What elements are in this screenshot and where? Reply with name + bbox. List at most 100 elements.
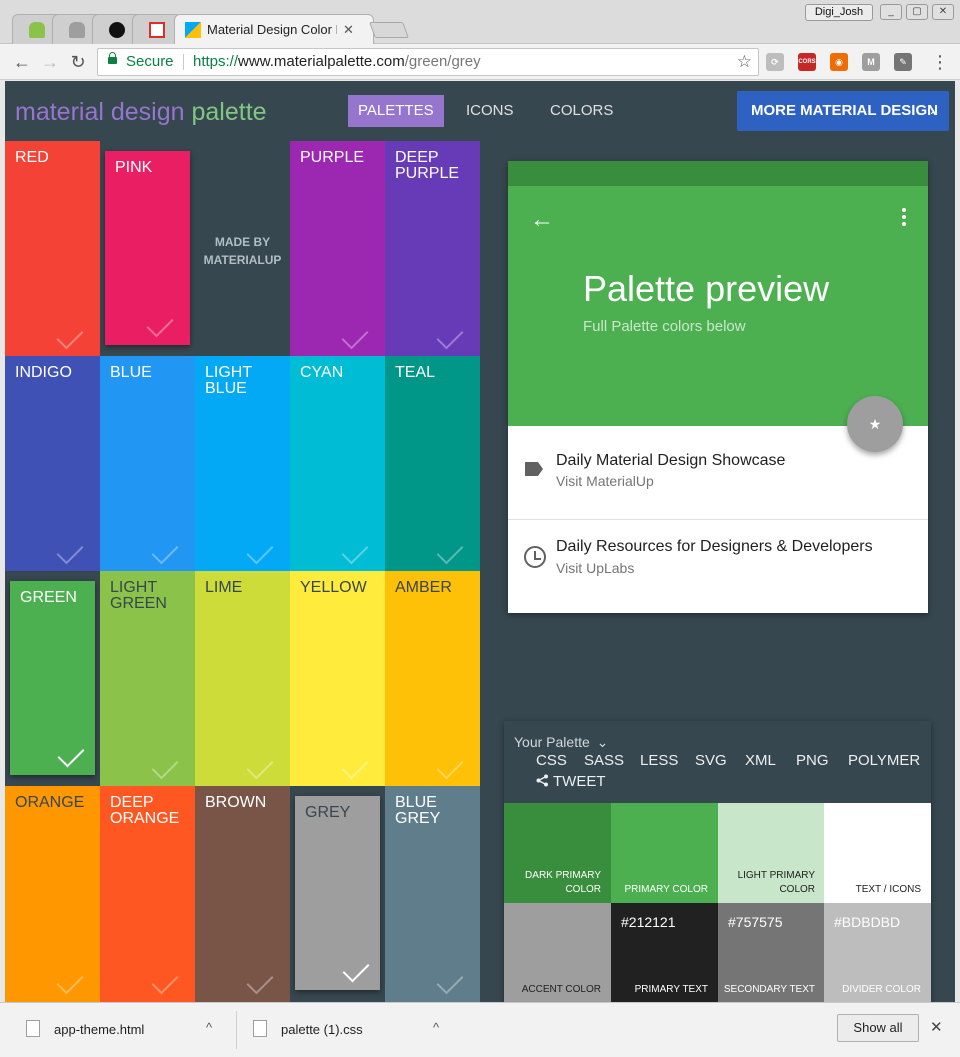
download-item[interactable]: app-theme.html ^ — [26, 1003, 226, 1057]
chrome-menu-icon[interactable]: ⋮ — [928, 50, 952, 74]
check-icon — [151, 537, 179, 565]
swatch-name: PRIMARY COLOR — [624, 884, 708, 895]
android-icon — [69, 21, 85, 38]
close-window-button[interactable]: ✕ — [932, 4, 954, 20]
check-icon — [436, 752, 464, 780]
color-cell-amber[interactable]: AMBER — [385, 571, 480, 787]
site-logo[interactable]: material design palette — [15, 98, 267, 127]
color-name: GREEN — [20, 589, 77, 606]
export-svg[interactable]: SVG — [695, 752, 727, 769]
color-cell-brown[interactable]: BROWN — [195, 786, 290, 1002]
close-shelf-icon[interactable]: ✕ — [930, 1018, 943, 1036]
more-vert-icon[interactable] — [902, 208, 906, 226]
back-button[interactable]: ← — [10, 50, 34, 74]
color-cell-light-blue[interactable]: LIGHT BLUE — [195, 356, 290, 572]
nav-icons[interactable]: ICONS — [456, 95, 524, 127]
color-cell-orange[interactable]: ORANGE — [5, 786, 100, 1002]
color-cell-green[interactable]: GREEN — [5, 571, 100, 787]
preview-status-bar — [508, 161, 928, 186]
preview-hero: ← Palette preview Full Palette colors be… — [508, 186, 928, 426]
color-cell-lime[interactable]: LIME — [195, 571, 290, 787]
url-text[interactable]: https://www.materialpalette.com/green/gr… — [193, 49, 481, 75]
show-all-downloads-button[interactable]: Show all — [837, 1014, 919, 1042]
browser-toolbar: ← → ↻ Secure https://www.materialpalette… — [0, 44, 960, 80]
list-item-uplabs[interactable]: Daily Resources for Designers & Develope… — [508, 520, 928, 612]
color-cell-indigo[interactable]: INDIGO — [5, 356, 100, 572]
list-item-title: Daily Resources for Designers & Develope… — [556, 538, 873, 555]
more-button-label: MORE MATERIAL DESIGN — [751, 102, 938, 119]
chevron-up-icon[interactable]: ^ — [206, 1020, 212, 1035]
color-cell-light-green[interactable]: LIGHT GREEN — [100, 571, 195, 787]
color-cell-teal[interactable]: TEAL — [385, 356, 480, 572]
tab-strip: Material Design Color P ✕ Digi_Josh _ ▢ … — [0, 0, 960, 44]
color-cell-red[interactable]: RED — [5, 141, 100, 357]
secure-label: Secure — [126, 53, 174, 70]
tab-close-icon[interactable]: ✕ — [343, 22, 354, 38]
palette-swatch[interactable]: DARK PRIMARY COLOR — [504, 803, 611, 903]
check-icon — [436, 322, 464, 350]
color-name: BLUE GREY — [395, 794, 441, 827]
nav-palettes[interactable]: PALETTES — [348, 95, 444, 127]
file-icon — [253, 1020, 267, 1037]
chevron-down-icon: ⌄ — [596, 734, 609, 750]
clock-icon — [524, 546, 546, 568]
export-sass[interactable]: SASS — [584, 752, 624, 769]
color-cell-purple[interactable]: PURPLE — [290, 141, 385, 357]
export-less[interactable]: LESS — [640, 752, 678, 769]
more-material-design-button[interactable]: MORE MATERIAL DESIGN › — [737, 91, 949, 131]
reload-button[interactable]: ↻ — [66, 50, 90, 74]
swatch-hex: #757575 — [728, 914, 783, 930]
color-cell-blue-grey[interactable]: BLUE GREY — [385, 786, 480, 1002]
eyedropper-extension-icon[interactable]: ✎ — [894, 53, 912, 71]
m-extension-icon[interactable]: M — [862, 53, 880, 71]
your-palette-dropdown[interactable]: Your Palette ⌄ — [514, 734, 608, 751]
color-cell-yellow[interactable]: YELLOW — [290, 571, 385, 787]
star-fab-button[interactable]: ★ — [847, 396, 903, 452]
color-cell-blue[interactable]: BLUE — [100, 356, 195, 572]
swatch-name: SECONDARY TEXT — [723, 984, 815, 995]
list-item-subtitle: Visit UpLabs — [556, 560, 635, 576]
palette-swatch[interactable]: ACCENT COLOR — [504, 903, 611, 1002]
color-name: YELLOW — [300, 579, 367, 596]
orange-extension-icon[interactable]: ◉ — [830, 53, 848, 71]
color-cell-cyan[interactable]: CYAN — [290, 356, 385, 572]
bookmark-star-icon[interactable]: ☆ — [737, 49, 752, 75]
made-by-materialup-label[interactable]: MADE BY MATERIALUP — [195, 233, 290, 269]
palette-swatch[interactable]: #757575 SECONDARY TEXT — [718, 903, 825, 1002]
new-tab-button[interactable] — [369, 22, 409, 38]
lock-icon — [108, 52, 117, 64]
cors-extension-icon[interactable]: CORS — [798, 53, 816, 71]
forward-button[interactable]: → — [38, 50, 62, 74]
chevron-up-icon[interactable]: ^ — [433, 1020, 439, 1035]
palette-swatch[interactable]: #212121 PRIMARY TEXT — [611, 903, 718, 1002]
check-icon — [57, 740, 85, 768]
maximize-button[interactable]: ▢ — [906, 4, 928, 20]
your-palette-label: Your Palette — [514, 734, 590, 750]
color-cell-deep-purple[interactable]: DEEP PURPLE — [385, 141, 480, 357]
palette-swatch[interactable]: LIGHT PRIMARY COLOR — [718, 803, 825, 903]
nav-colors[interactable]: COLORS — [540, 95, 623, 127]
palette-swatch[interactable]: PRIMARY COLOR — [611, 803, 718, 903]
check-icon — [436, 537, 464, 565]
export-css[interactable]: CSS — [536, 752, 567, 769]
color-cell-pink[interactable]: PINK — [100, 141, 195, 357]
export-polymer[interactable]: POLYMER — [848, 752, 920, 769]
export-xml[interactable]: XML — [745, 752, 776, 769]
color-cell-deep-orange[interactable]: DEEP ORANGE — [100, 786, 195, 1002]
palette-swatch[interactable]: #BDBDBD DIVIDER COLOR — [824, 903, 931, 1002]
palette-swatch[interactable]: TEXT / ICONS — [824, 803, 931, 903]
profile-button[interactable]: Digi_Josh — [805, 4, 873, 21]
check-icon — [151, 752, 179, 780]
download-item[interactable]: palette (1).css ^ — [253, 1003, 453, 1057]
tab-material-palette[interactable]: Material Design Color P ✕ — [174, 14, 374, 44]
tweet-button[interactable]: TWEET — [536, 773, 606, 790]
swatch-name: DARK PRIMARY COLOR — [525, 870, 601, 895]
export-png[interactable]: PNG — [796, 752, 829, 769]
color-cell-grey[interactable]: GREY — [290, 786, 385, 1002]
back-arrow-icon[interactable]: ← — [530, 206, 554, 234]
download-filename: app-theme.html — [54, 1022, 145, 1037]
address-bar[interactable]: Secure https://www.materialpalette.com/g… — [97, 48, 759, 76]
link-extension-icon[interactable]: ⟳ — [766, 53, 784, 71]
minimize-button[interactable]: _ — [880, 4, 902, 20]
check-icon — [151, 967, 179, 995]
